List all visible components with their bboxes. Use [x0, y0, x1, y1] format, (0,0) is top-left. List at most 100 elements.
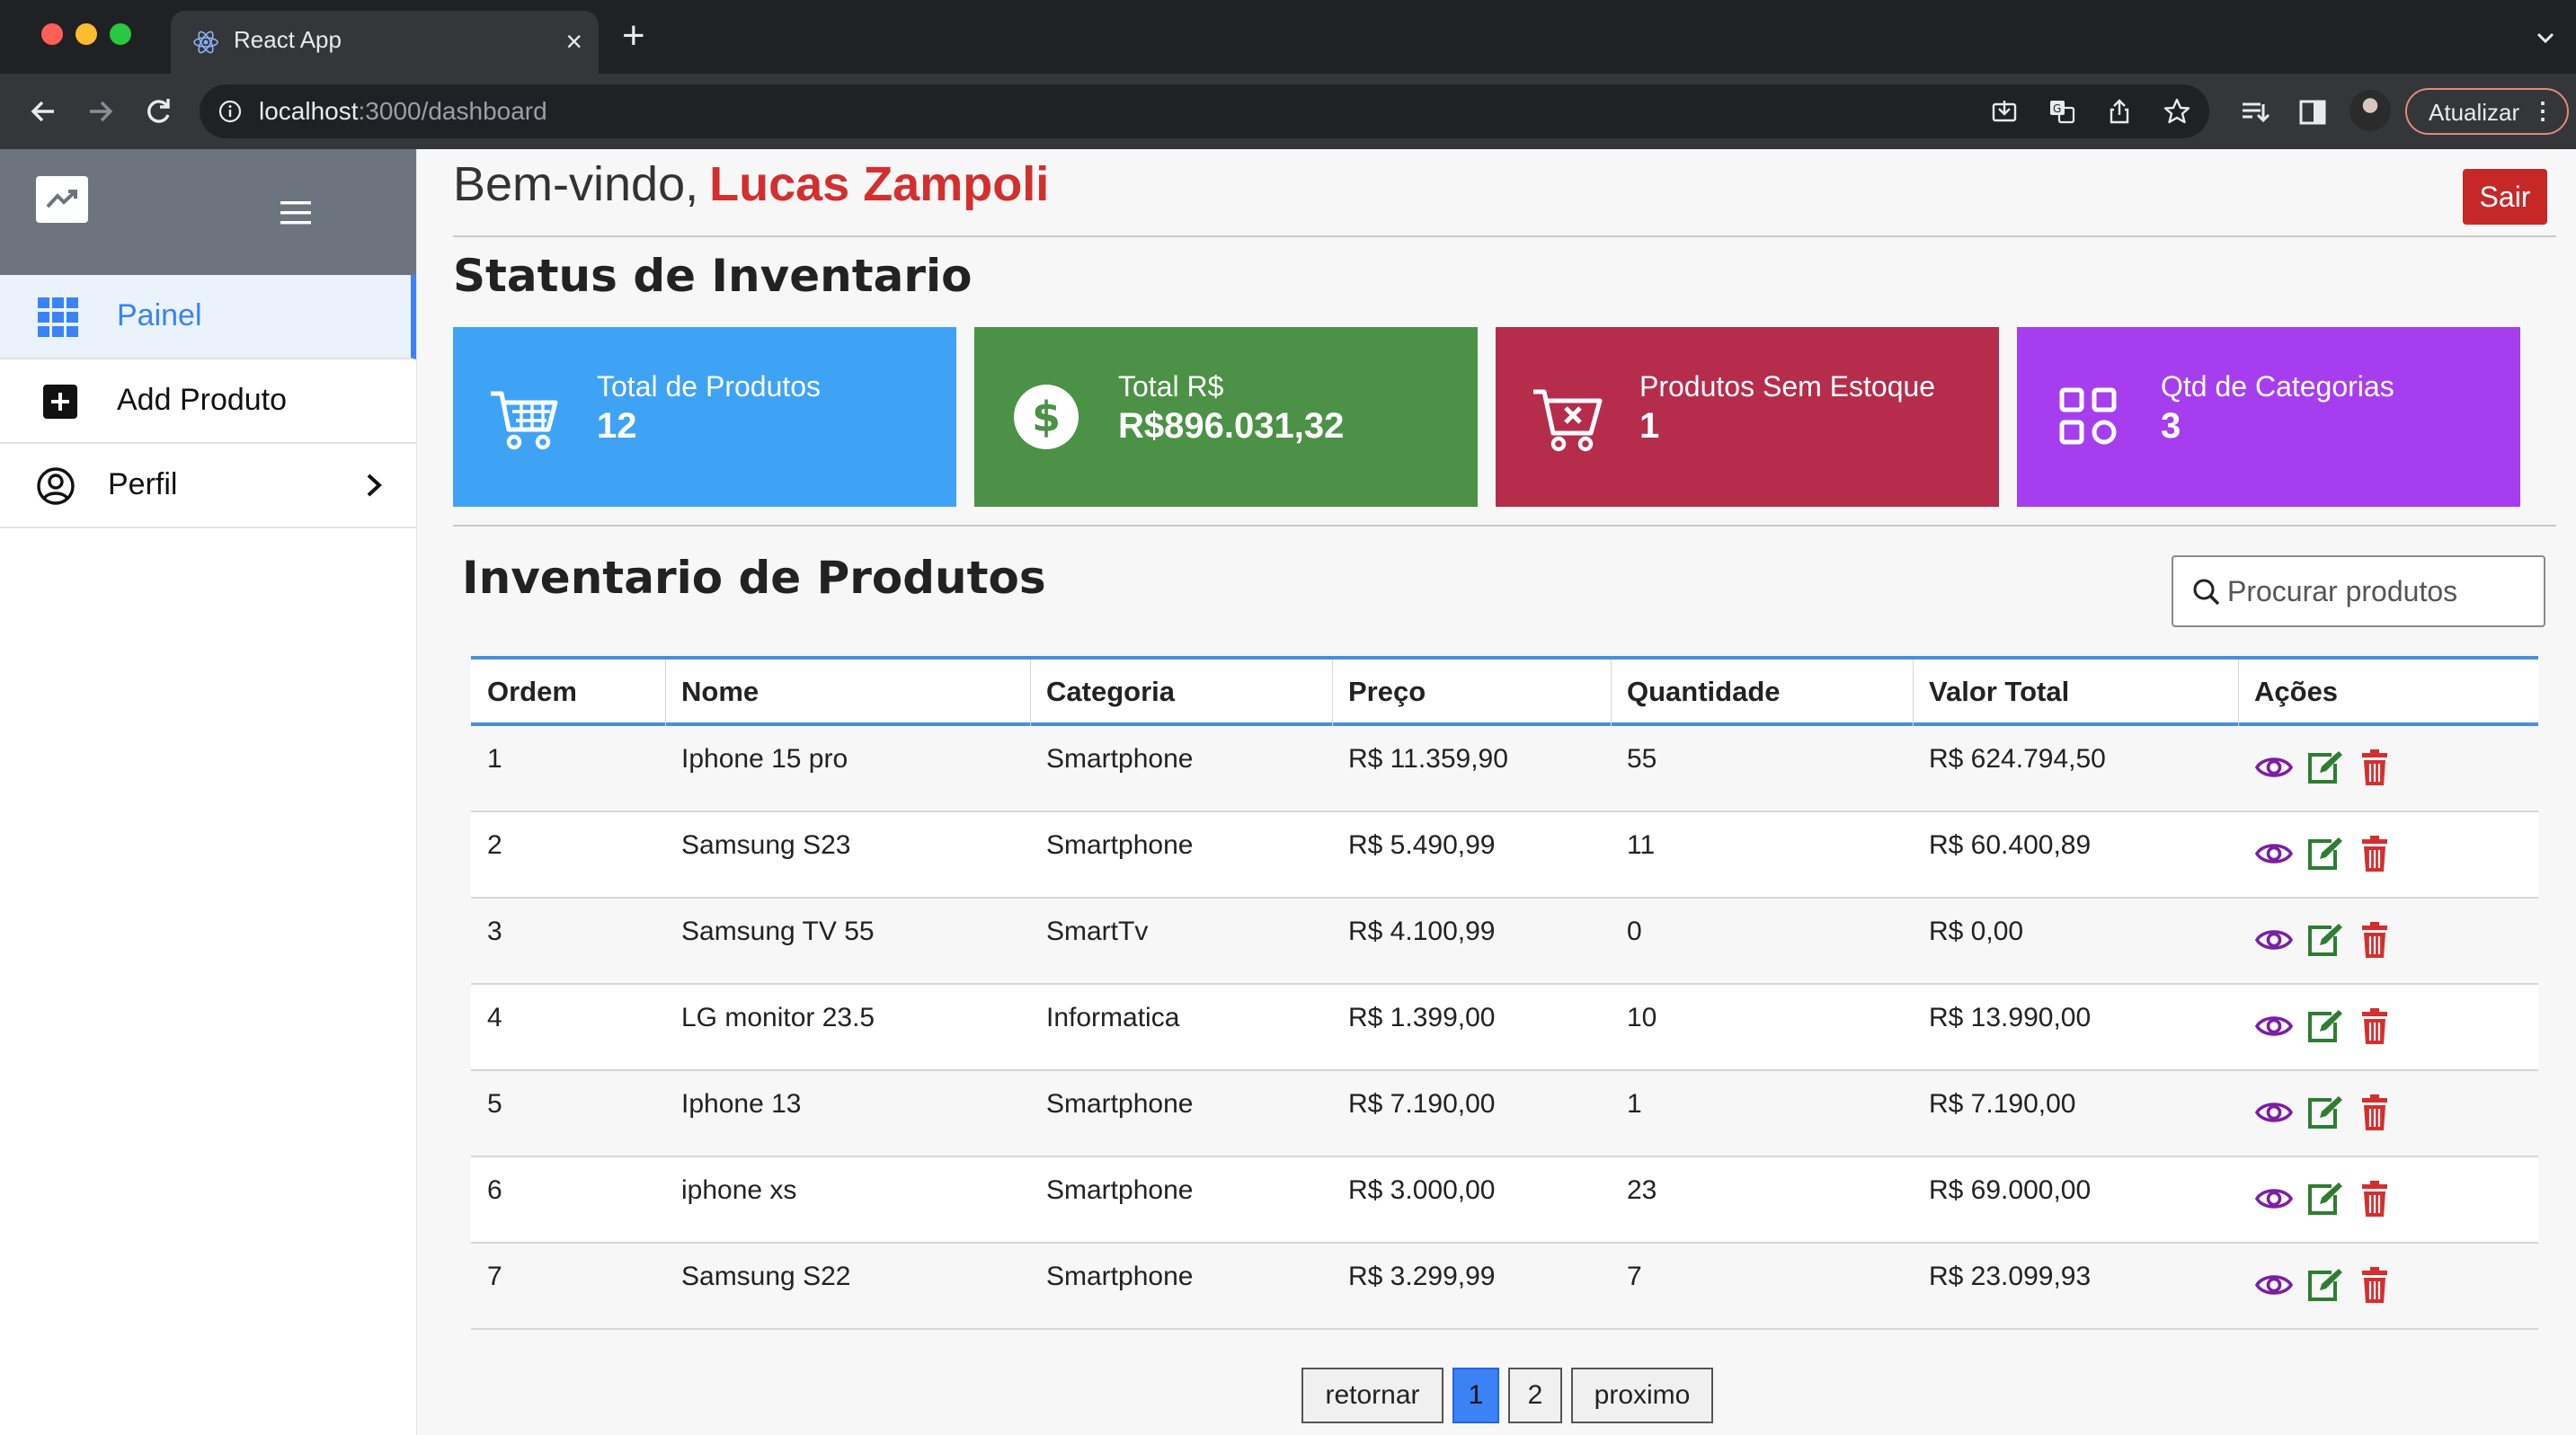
- install-icon[interactable]: [1990, 97, 2019, 126]
- edit-icon[interactable]: [2305, 920, 2344, 960]
- sidebar-item-painel[interactable]: Painel: [0, 275, 416, 359]
- update-browser-button[interactable]: Atualizar ⋮: [2405, 88, 2569, 135]
- bookmark-star-icon[interactable]: [2163, 97, 2191, 126]
- forward-icon[interactable]: [81, 92, 120, 131]
- edit-icon[interactable]: [2305, 1265, 2344, 1305]
- column-separator: [665, 660, 666, 726]
- svg-text:$: $: [1032, 393, 1061, 441]
- divider: [453, 235, 2556, 237]
- delete-icon[interactable]: [2355, 1006, 2394, 1046]
- side-panel-icon[interactable]: [2297, 97, 2328, 128]
- cell-valor-total: R$ 0,00: [1929, 917, 2024, 946]
- sidebar-item-label: Add Produto: [117, 383, 288, 417]
- cart-remove-icon: [1533, 389, 1603, 452]
- cell-ordem: 4: [487, 1003, 502, 1032]
- cell-nome: Iphone 13: [681, 1089, 802, 1119]
- address-bar[interactable]: localhost:3000/dashboard G: [200, 84, 2209, 138]
- reload-icon[interactable]: [138, 92, 178, 131]
- sidebar-item-add-produto[interactable]: Add Produto: [0, 359, 416, 444]
- edit-icon[interactable]: [2305, 748, 2344, 787]
- view-icon[interactable]: [2254, 920, 2294, 960]
- edit-icon[interactable]: [2305, 834, 2344, 873]
- card-categorias: Qtd de Categorias 3: [2017, 327, 2520, 507]
- card-value: R$896.031,32: [1118, 406, 1345, 446]
- react-icon: [193, 31, 218, 54]
- column-separator: [1611, 660, 1612, 726]
- delete-icon[interactable]: [2355, 1093, 2394, 1132]
- view-icon[interactable]: [2254, 1179, 2294, 1218]
- card-value: 1: [1639, 406, 1660, 446]
- chevron-down-icon[interactable]: [2533, 25, 2558, 50]
- more-menu-icon[interactable]: ⋮: [2531, 97, 2554, 125]
- column-separator: [2238, 660, 2239, 726]
- sidebar-item-label: Painel: [117, 298, 202, 332]
- reading-list-icon[interactable]: [2240, 97, 2270, 128]
- trending-up-logo-icon[interactable]: [36, 176, 88, 223]
- window-maximize-button[interactable]: [110, 23, 131, 45]
- edit-icon[interactable]: [2305, 1179, 2344, 1218]
- logout-button[interactable]: Sair: [2463, 169, 2547, 225]
- table-row: 5 Iphone 13 Smartphone R$ 7.190,00 1 R$ 7.190…: [471, 1071, 2538, 1157]
- cell-valor-total: R$ 23.099,93: [1929, 1262, 2092, 1291]
- share-icon[interactable]: [2105, 97, 2134, 126]
- delete-icon[interactable]: [2355, 920, 2394, 960]
- svg-text:G: G: [2053, 102, 2061, 115]
- cell-categoria: Smartphone: [1046, 1089, 1194, 1119]
- chevron-right-icon[interactable]: [361, 471, 386, 500]
- edit-icon[interactable]: [2305, 1006, 2344, 1046]
- new-tab-icon[interactable]: +: [622, 16, 645, 56]
- cell-categoria: Smartphone: [1046, 1175, 1194, 1205]
- cell-categoria: Smartphone: [1046, 830, 1194, 860]
- cell-preco: R$ 1.399,00: [1348, 1003, 1496, 1032]
- translate-icon[interactable]: G: [2047, 97, 2076, 126]
- cell-nome: LG monitor 23.5: [681, 1003, 875, 1032]
- cell-quantidade: 7: [1627, 1262, 1642, 1291]
- search-box[interactable]: [2172, 555, 2545, 627]
- app-page: Painel Add Produto Perfil Bem-vindo, Luca…: [0, 149, 2576, 1435]
- card-value: 3: [2161, 406, 2181, 446]
- view-icon[interactable]: [2254, 834, 2294, 873]
- dollar-icon: $: [1014, 385, 1079, 449]
- delete-icon[interactable]: [2355, 1265, 2394, 1305]
- sidebar: Painel Add Produto Perfil: [0, 149, 417, 1435]
- next-page-button[interactable]: proximo: [1571, 1368, 1713, 1423]
- view-icon[interactable]: [2254, 748, 2294, 787]
- sidebar-item-perfil[interactable]: Perfil: [0, 444, 416, 528]
- edit-icon[interactable]: [2305, 1093, 2344, 1132]
- view-icon[interactable]: [2254, 1093, 2294, 1132]
- page-2-button[interactable]: 2: [1508, 1368, 1562, 1423]
- delete-icon[interactable]: [2355, 748, 2394, 787]
- hamburger-menu-icon[interactable]: [280, 199, 311, 226]
- cell-quantidade: 0: [1627, 917, 1642, 946]
- cell-quantidade: 55: [1627, 744, 1657, 774]
- url-text[interactable]: localhost:3000/dashboard: [259, 97, 547, 126]
- window-close-button[interactable]: [41, 23, 63, 45]
- back-icon[interactable]: [23, 92, 63, 131]
- cell-nome: iphone xs: [681, 1175, 797, 1205]
- cell-preco: R$ 5.490,99: [1348, 830, 1496, 860]
- prev-page-button[interactable]: retornar: [1301, 1368, 1443, 1423]
- sidebar-item-label: Perfil: [108, 467, 178, 501]
- browser-tab[interactable]: React App ×: [171, 11, 599, 74]
- column-separator: [1332, 660, 1333, 726]
- page-1-button[interactable]: 1: [1452, 1368, 1499, 1423]
- search-input[interactable]: [2227, 566, 2533, 616]
- grid-icon: [38, 297, 78, 337]
- update-label: Atualizar: [2429, 99, 2520, 126]
- info-icon[interactable]: [218, 99, 243, 124]
- sidebar-header: [0, 149, 416, 275]
- card-label: Produtos Sem Estoque: [1639, 370, 1936, 403]
- view-icon[interactable]: [2254, 1265, 2294, 1305]
- view-icon[interactable]: [2254, 1006, 2294, 1046]
- table-body: 1 Iphone 15 pro Smartphone R$ 11.359,90 55 R$…: [471, 726, 2538, 1330]
- tab-close-icon[interactable]: ×: [565, 23, 582, 59]
- delete-icon[interactable]: [2355, 834, 2394, 873]
- cell-valor-total: R$ 624.794,50: [1929, 744, 2106, 774]
- cell-quantidade: 11: [1627, 830, 1656, 860]
- window-minimize-button[interactable]: [76, 23, 97, 45]
- column-separator: [1913, 660, 1914, 726]
- delete-icon[interactable]: [2355, 1179, 2394, 1218]
- welcome-heading: Bem-vindo, Lucas Zampoli: [453, 156, 1049, 212]
- profile-avatar[interactable]: [2349, 90, 2391, 131]
- cell-categoria: SmartTv: [1046, 917, 1149, 946]
